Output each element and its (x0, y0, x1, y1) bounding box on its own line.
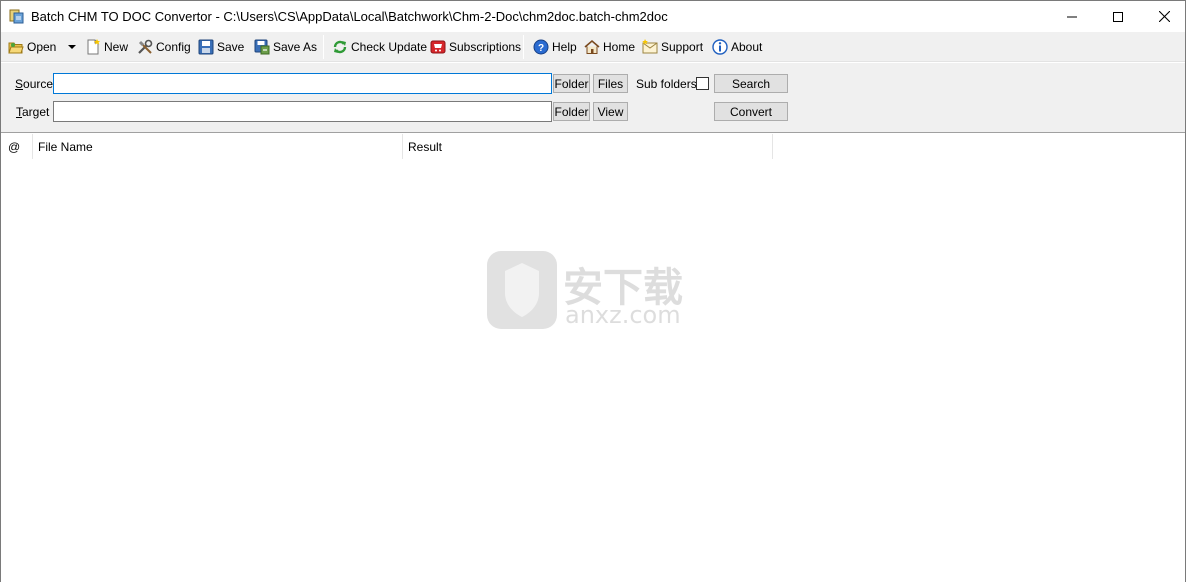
column-header-result[interactable]: Result (403, 134, 773, 159)
new-label: New (104, 40, 129, 54)
toolbar-separator (323, 35, 324, 59)
save-button[interactable]: Save (198, 37, 244, 57)
help-label: Help (552, 40, 577, 54)
floppy-disk-icon (198, 39, 214, 55)
open-dropdown-button[interactable] (67, 37, 77, 57)
close-icon (1158, 11, 1170, 22)
svg-text:?: ? (538, 43, 544, 54)
tools-icon (138, 39, 153, 54)
home-button[interactable]: Home (584, 37, 635, 57)
toolbar-separator (523, 35, 524, 59)
config-label: Config (156, 40, 191, 54)
search-button[interactable]: Search (714, 74, 788, 93)
subscriptions-label: Subscriptions (449, 40, 522, 54)
dropdown-arrow-icon (68, 45, 76, 49)
open-label: Open (27, 40, 57, 54)
toolbar: Open New Config Save Save As Check Updat… (1, 32, 1185, 62)
target-input[interactable] (53, 101, 552, 122)
check-update-label: Check Update (351, 40, 428, 54)
save-as-button[interactable]: Save As (254, 37, 317, 57)
subfolders-checkbox[interactable] (696, 77, 709, 90)
new-document-icon (87, 39, 100, 55)
source-input[interactable] (53, 73, 552, 94)
home-icon (584, 39, 600, 54)
about-button[interactable]: About (712, 37, 762, 57)
help-icon: ? (533, 39, 549, 55)
support-button[interactable]: Support (642, 37, 703, 57)
cart-icon (430, 40, 446, 54)
info-icon (712, 39, 728, 55)
close-button[interactable] (1141, 1, 1186, 32)
check-update-button[interactable]: Check Update (332, 37, 427, 57)
app-icon (9, 8, 25, 24)
source-label: Source (15, 77, 54, 91)
column-header-file-name[interactable]: File Name (33, 134, 403, 159)
window-title: Batch CHM TO DOC Convertor - C:\Users\CS… (31, 9, 668, 24)
config-button[interactable]: Config (137, 37, 191, 57)
save-as-label: Save As (273, 40, 318, 54)
save-as-icon (254, 39, 270, 55)
subfolders-label: Sub folders (636, 77, 697, 91)
target-folder-button[interactable]: Folder (553, 102, 590, 121)
subscriptions-button[interactable]: Subscriptions (430, 37, 521, 57)
home-label: Home (603, 40, 636, 54)
app-window: Batch CHM TO DOC Convertor - C:\Users\CS… (0, 0, 1186, 582)
about-label: About (731, 40, 763, 54)
target-label: Target (16, 105, 50, 119)
open-button[interactable]: Open (8, 37, 56, 57)
source-folder-button[interactable]: Folder (553, 74, 590, 93)
minimize-button[interactable] (1049, 1, 1095, 32)
column-header-status[interactable]: @ (3, 134, 33, 159)
target-view-button[interactable]: View (593, 102, 628, 121)
convert-button[interactable]: Convert (714, 102, 788, 121)
new-button[interactable]: New (85, 37, 128, 57)
support-icon (642, 39, 658, 54)
options-panel: Source Folder Files Sub folders Search T… (1, 63, 1185, 133)
maximize-button[interactable] (1095, 1, 1141, 32)
help-button[interactable]: ? Help (533, 37, 577, 57)
watermark-en: anxz.com (565, 301, 681, 329)
folder-open-icon (8, 42, 24, 54)
support-label: Support (661, 40, 704, 54)
title-bar: Batch CHM TO DOC Convertor - C:\Users\CS… (1, 1, 1185, 32)
watermark: 安下载 anxz.com (485, 249, 705, 331)
save-label: Save (217, 40, 245, 54)
refresh-icon (333, 40, 347, 54)
source-files-button[interactable]: Files (593, 74, 628, 93)
file-list[interactable]: @ File Name Result 安下载 anxz.com (1, 134, 1185, 582)
